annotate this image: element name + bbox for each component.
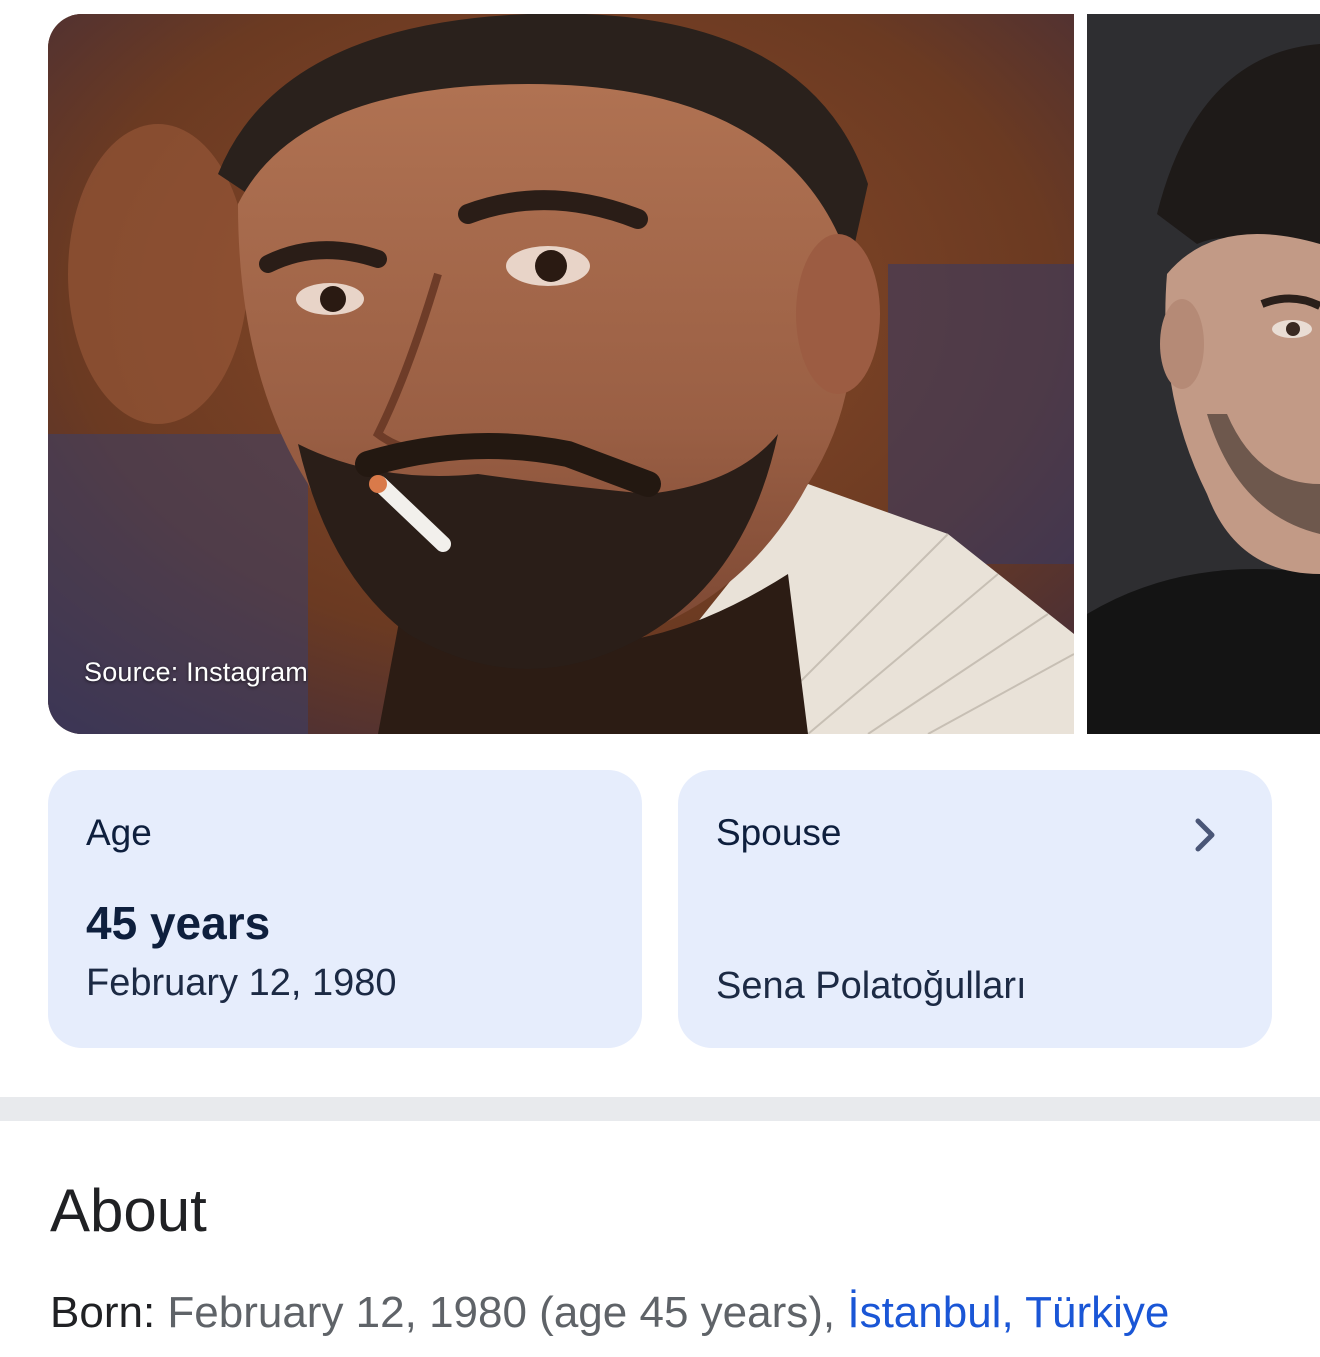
photo-second[interactable]: [1087, 14, 1320, 734]
age-card: Age 45 years February 12, 1980: [48, 770, 642, 1048]
age-label: Age: [86, 812, 152, 853]
photo-source-caption: Source: Instagram: [84, 657, 309, 687]
portrait-image-secondary: [1087, 14, 1320, 734]
knowledge-panel: Source: Instagram Age 45 years February …: [0, 0, 1320, 1357]
about-heading: About: [50, 1177, 207, 1244]
chevron-right-icon[interactable]: [1190, 816, 1220, 854]
birth-date: February 12, 1980: [86, 962, 397, 1004]
photo-main[interactable]: Source: Instagram: [48, 14, 1074, 734]
birthplace-link[interactable]: İstanbul, Türkiye: [847, 1288, 1169, 1337]
portrait-image: [48, 14, 1074, 734]
spouse-name: Sena Polatoğulları: [716, 965, 1027, 1007]
spouse-label: Spouse: [716, 812, 842, 853]
age-value: 45 years: [86, 897, 271, 949]
born-line: Born: February 12, 1980 (age 45 years), …: [50, 1288, 1169, 1338]
born-label: Born:: [50, 1288, 156, 1337]
born-text: February 12, 1980 (age 45 years),: [155, 1288, 848, 1337]
section-divider: [0, 1097, 1320, 1121]
spouse-card[interactable]: Spouse Sena Polatoğulları: [678, 770, 1272, 1048]
